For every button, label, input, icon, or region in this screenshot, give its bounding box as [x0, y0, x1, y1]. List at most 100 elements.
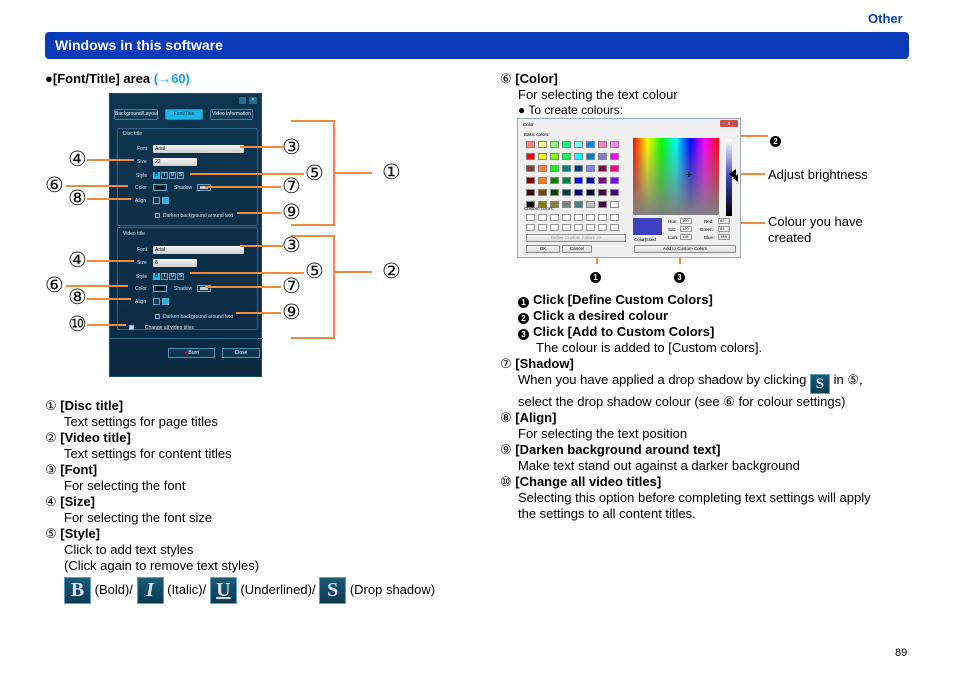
blue-input[interactable]: 188 [718, 234, 730, 240]
basic-color-swatch[interactable] [610, 165, 619, 172]
define-custom-colors-button[interactable]: Define Custom Colors >> [526, 234, 626, 242]
basic-color-swatch[interactable] [562, 165, 571, 172]
basic-color-swatch[interactable] [598, 189, 607, 196]
basic-color-swatch[interactable] [586, 201, 595, 208]
basic-color-swatch[interactable] [586, 141, 595, 148]
basic-color-swatch[interactable] [538, 153, 547, 160]
item-desc: in ⑤, [833, 372, 863, 387]
basic-color-swatch[interactable] [610, 177, 619, 184]
step-marker-2: 2 [770, 130, 785, 148]
step-number: 2 [770, 136, 781, 147]
basic-color-swatch[interactable] [550, 177, 559, 184]
basic-color-swatch[interactable] [526, 141, 535, 148]
red-input[interactable]: 62 [718, 218, 730, 224]
cancel-button[interactable]: Cancel [562, 245, 592, 253]
custom-color-swatch[interactable] [538, 224, 547, 231]
custom-color-swatch[interactable] [550, 214, 559, 221]
hue-input[interactable]: 160 [680, 218, 692, 224]
basic-color-swatch[interactable] [526, 165, 535, 172]
lum-input[interactable]: 118 [680, 234, 692, 240]
item-desc: For selecting the text position [518, 426, 688, 441]
green-input[interactable]: 65 [718, 226, 730, 232]
callout-4: ④ [68, 249, 87, 272]
custom-color-swatch[interactable] [562, 214, 571, 221]
basic-color-swatch[interactable] [610, 189, 619, 196]
basic-color-swatch[interactable] [610, 201, 619, 208]
item-title: [Style] [60, 526, 101, 541]
ok-button[interactable]: OK [526, 245, 560, 253]
custom-color-swatch[interactable] [574, 224, 583, 231]
basic-color-swatch[interactable] [538, 177, 547, 184]
callout-7: ⑦ [282, 275, 301, 298]
basic-color-swatch[interactable] [538, 189, 547, 196]
basic-color-swatch[interactable] [562, 141, 571, 148]
lum-label: Lum: [668, 235, 679, 240]
basic-color-swatch[interactable] [610, 141, 619, 148]
basic-color-swatch[interactable] [550, 141, 559, 148]
custom-color-swatch[interactable] [526, 224, 535, 231]
color-dialog: Color X Basic colors: Custom colors: Def… [517, 118, 741, 258]
item-desc: For selecting the text colour [518, 87, 678, 102]
item-number: ⑨ [500, 442, 512, 457]
basic-color-swatch[interactable] [586, 153, 595, 160]
custom-color-swatch[interactable] [574, 214, 583, 221]
basic-color-swatch[interactable] [526, 177, 535, 184]
custom-color-swatch[interactable] [562, 224, 571, 231]
basic-color-swatch[interactable] [574, 201, 583, 208]
item-disc-title: ① [Disc title] [45, 398, 435, 414]
custom-color-swatch[interactable] [538, 214, 547, 221]
custom-color-swatch[interactable] [598, 224, 607, 231]
item-desc: Make text stand out against a darker bac… [518, 458, 800, 473]
basic-color-swatch[interactable] [562, 189, 571, 196]
basic-color-swatch[interactable] [538, 141, 547, 148]
callout-9: ⑨ [282, 201, 301, 224]
callout-2: ② [382, 260, 401, 283]
basic-color-swatch[interactable] [550, 165, 559, 172]
custom-color-swatch[interactable] [550, 224, 559, 231]
basic-color-swatch[interactable] [598, 141, 607, 148]
custom-color-swatch[interactable] [598, 214, 607, 221]
close-icon[interactable]: X [720, 120, 738, 127]
step-number: 3 [674, 272, 685, 283]
basic-color-swatch[interactable] [574, 165, 583, 172]
basic-color-swatch[interactable] [574, 189, 583, 196]
italic-icon: I [136, 577, 164, 604]
custom-color-swatch[interactable] [586, 224, 595, 231]
basic-color-swatch[interactable] [586, 177, 595, 184]
bold-label: (Bold)/ [94, 581, 133, 597]
basic-color-swatch[interactable] [538, 165, 547, 172]
callout-5: ⑤ [305, 162, 324, 185]
item-number: ② [45, 430, 57, 445]
basic-color-swatch[interactable] [562, 153, 571, 160]
basic-color-swatch[interactable] [526, 189, 535, 196]
basic-color-swatch[interactable] [598, 201, 607, 208]
callout-3: ③ [282, 136, 301, 159]
callout-9: ⑨ [282, 301, 301, 324]
callout-7: ⑦ [282, 175, 301, 198]
color-spectrum[interactable] [633, 138, 719, 215]
item-video-title: ② [Video title] [45, 430, 435, 446]
brightness-arrow-icon [729, 169, 736, 179]
basic-color-swatch[interactable] [562, 177, 571, 184]
custom-color-swatch[interactable] [610, 214, 619, 221]
sat-input[interactable]: 120 [680, 226, 692, 232]
basic-color-swatch[interactable] [526, 153, 535, 160]
basic-color-swatch[interactable] [598, 165, 607, 172]
basic-color-swatch[interactable] [574, 153, 583, 160]
custom-color-swatch[interactable] [586, 214, 595, 221]
basic-color-swatch[interactable] [598, 177, 607, 184]
custom-color-swatch[interactable] [526, 214, 535, 221]
basic-color-swatch[interactable] [562, 201, 571, 208]
basic-color-swatch[interactable] [586, 189, 595, 196]
basic-color-swatch[interactable] [550, 189, 559, 196]
custom-color-swatch[interactable] [610, 224, 619, 231]
add-to-custom-colors-button[interactable]: Add to Custom Colors [634, 245, 736, 253]
basic-color-swatch[interactable] [610, 153, 619, 160]
basic-color-swatch[interactable] [550, 153, 559, 160]
dialog-title: Color [523, 122, 534, 127]
basic-color-swatch[interactable] [574, 177, 583, 184]
basic-color-swatch[interactable] [586, 165, 595, 172]
basic-color-swatch[interactable] [598, 153, 607, 160]
step-number: 1 [518, 297, 529, 308]
basic-color-swatch[interactable] [574, 141, 583, 148]
